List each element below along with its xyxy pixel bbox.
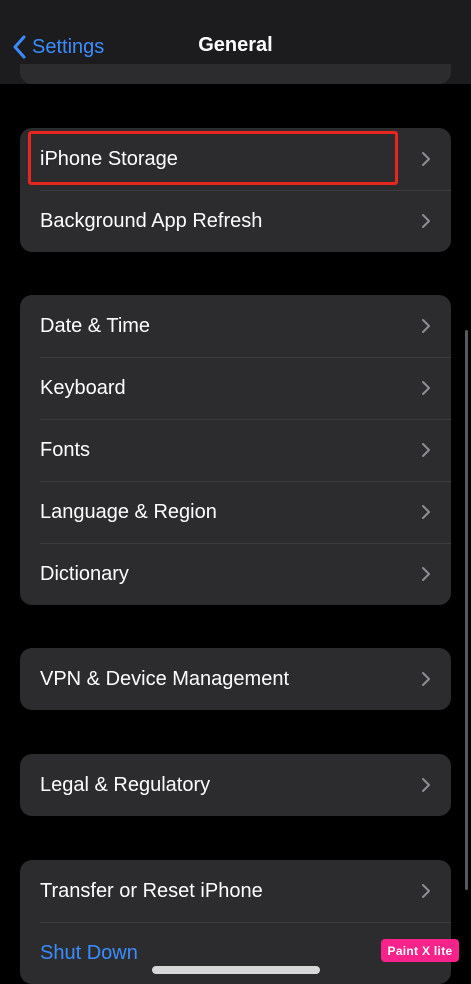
row-fonts[interactable]: Fonts (20, 419, 451, 481)
row-label: iPhone Storage (40, 147, 178, 170)
row-label: Keyboard (40, 376, 126, 399)
row-background-app-refresh[interactable]: Background App Refresh (20, 190, 451, 252)
watermark-logo: Paint X lite (381, 939, 459, 962)
row-iphone-storage[interactable]: iPhone Storage (20, 128, 451, 190)
row-dictionary[interactable]: Dictionary (20, 543, 451, 605)
settings-group-locale: Date & Time Keyboard Fonts Language & Re… (20, 295, 451, 605)
settings-group-legal: Legal & Regulatory (20, 754, 451, 816)
row-label: Language & Region (40, 500, 217, 523)
row-label: Transfer or Reset iPhone (40, 879, 263, 902)
row-label: Fonts (40, 438, 91, 461)
row-keyboard[interactable]: Keyboard (20, 357, 451, 419)
chevron-right-icon (421, 318, 431, 334)
row-label: Legal & Regulatory (40, 773, 211, 796)
chevron-right-icon (421, 151, 431, 167)
settings-group-vpn: VPN & Device Management (20, 648, 451, 710)
scrollbar[interactable] (465, 330, 468, 890)
chevron-right-icon (421, 504, 431, 520)
navigation-bar: Settings General (0, 0, 471, 84)
page-title: General (198, 34, 273, 56)
row-label: Dictionary (40, 562, 129, 585)
row-vpn-device-management[interactable]: VPN & Device Management (20, 648, 451, 710)
chevron-right-icon (421, 883, 431, 899)
scrolled-group-edge (20, 64, 451, 84)
chevron-right-icon (421, 777, 431, 793)
row-language-region[interactable]: Language & Region (20, 481, 451, 543)
chevron-right-icon (421, 442, 431, 458)
shut-down-button: Shut Down (40, 941, 138, 964)
chevron-right-icon (421, 380, 431, 396)
row-transfer-reset-iphone[interactable]: Transfer or Reset iPhone (20, 860, 451, 922)
row-label: Date & Time (40, 314, 151, 337)
chevron-right-icon (421, 566, 431, 582)
row-label: Background App Refresh (40, 209, 263, 232)
chevron-right-icon (421, 671, 431, 687)
row-legal-regulatory[interactable]: Legal & Regulatory (20, 754, 451, 816)
home-indicator[interactable] (152, 966, 320, 974)
row-date-time[interactable]: Date & Time (20, 295, 451, 357)
row-label: VPN & Device Management (40, 667, 290, 690)
chevron-right-icon (421, 213, 431, 229)
settings-group-storage: iPhone Storage Background App Refresh (20, 128, 451, 252)
